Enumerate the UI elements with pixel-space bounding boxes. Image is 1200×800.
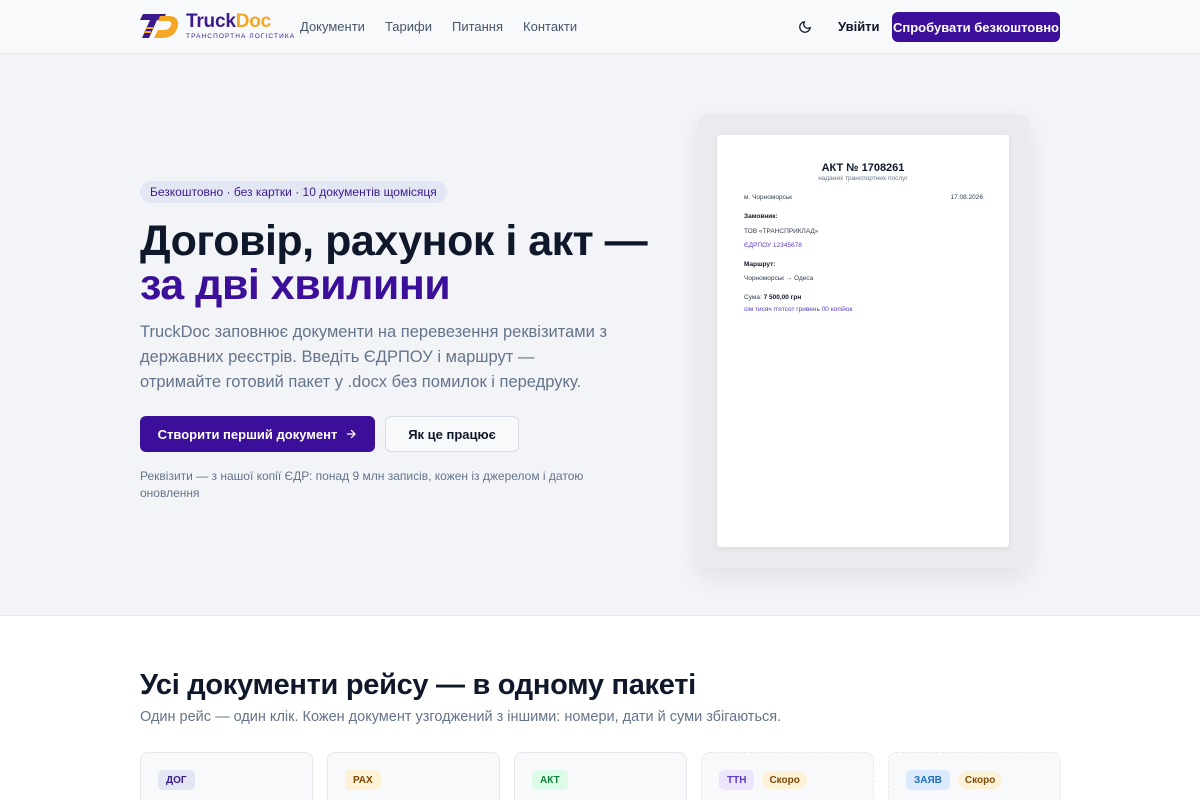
document-tag: РАХ: [345, 770, 381, 790]
doc-route-value: Чорноморськ → Одеса: [744, 275, 814, 282]
create-first-document-button[interactable]: Створити перший документ: [140, 416, 375, 452]
doc-customer-code: ЄДРПОУ 12345678: [744, 242, 802, 249]
document-preview: АКТ № 1708261 наданих транспортних послу…: [717, 135, 1009, 547]
document-tag: ДОГ: [158, 770, 195, 790]
doc-customer-label: Замовник:: [744, 213, 778, 220]
logo-subtitle: транспортна логістика: [186, 33, 296, 40]
doc-date: 17.08.2026: [950, 194, 983, 201]
documents-section-subtitle: Один рейс — один клік. Кожен документ уз…: [140, 709, 782, 725]
nav-link-faq[interactable]: Питання: [452, 18, 503, 36]
try-free-button[interactable]: Спробувати безкоштовно: [892, 12, 1060, 42]
card-tags: ЗАЯВ Скоро: [906, 770, 1003, 790]
nav-link-pricing[interactable]: Тарифи: [385, 18, 432, 36]
doc-sum-label: Сума:: [744, 294, 762, 301]
login-link[interactable]: Увійти: [838, 18, 880, 36]
doc-route-label: Маршрут:: [744, 261, 776, 268]
truckdoc-logo-icon: [140, 14, 179, 38]
document-tag: ТТН: [719, 770, 755, 790]
coming-soon-badge: Скоро: [957, 771, 1003, 789]
document-cards: ДОГ РАХ АКТ ТТН Скоро ЗАЯВ Скоро: [140, 752, 1061, 800]
card-tags: ТТН Скоро: [719, 770, 807, 790]
document-card-invoice[interactable]: РАХ: [327, 752, 500, 800]
document-card-contract[interactable]: ДОГ: [140, 752, 313, 800]
doc-sum-words: сім тисяч п'ятсот гривень 00 копійок: [744, 306, 853, 313]
document-preview-frame: АКТ № 1708261 наданих транспортних послу…: [697, 114, 1029, 568]
doc-city: м. Чорноморськ: [744, 194, 793, 201]
document-card-waybill[interactable]: ТТН Скоро: [701, 752, 874, 800]
document-card-act[interactable]: АКТ: [514, 752, 687, 800]
doc-sum: Сума: 7 500,00 грн: [744, 294, 801, 301]
document-tag: АКТ: [532, 770, 568, 790]
logo-name-truck: Truck: [186, 11, 236, 32]
arrow-right-icon: [347, 429, 356, 439]
truckdoc-logo[interactable]: TruckDoc транспортна логістика: [140, 8, 295, 44]
card-tags: РАХ: [345, 770, 381, 790]
doc-customer-name: ТОВ «ТРАНСПРИКЛАД»: [744, 228, 819, 235]
hero-section: Безкоштовно · без картки · 10 документів…: [0, 54, 1200, 616]
moon-icon: [799, 21, 811, 33]
hero-note: Реквізити — з нашої копії ЄДР: понад 9 м…: [140, 469, 584, 500]
document-card-application[interactable]: ЗАЯВ Скоро: [888, 752, 1061, 800]
create-first-document-label: Створити перший документ: [157, 426, 338, 442]
hero-description: TruckDoc заповнює документи на перевезен…: [140, 323, 608, 391]
site-header: TruckDoc транспортна логістика Документи…: [0, 0, 1200, 54]
coming-soon-badge: Скоро: [762, 771, 807, 789]
nav-link-documents[interactable]: Документи: [300, 18, 365, 36]
main-nav: Документи Тарифи Питання Контакти: [300, 18, 577, 36]
document-tag: ЗАЯВ: [906, 770, 950, 790]
how-it-works-button[interactable]: Як це працює: [385, 416, 519, 452]
card-tags: АКТ: [532, 770, 568, 790]
doc-subtitle: наданих транспортних послуг: [818, 175, 908, 182]
doc-title: АКТ № 1708261: [821, 162, 905, 174]
card-tags: ДОГ: [158, 770, 195, 790]
hero-title: Договір, рахунок і акт — за дві хвилини: [140, 219, 660, 307]
documents-section-title: Усі документи рейсу — в одному пакеті: [140, 669, 696, 701]
logo-name-doc: Doc: [235, 11, 271, 32]
theme-toggle-button[interactable]: [796, 18, 814, 36]
logo-text: TruckDoc транспортна логістика: [186, 12, 296, 41]
hero-title-text: Договір, рахунок і акт —: [140, 217, 648, 265]
hero-pill-badge: Безкоштовно · без картки · 10 документів…: [140, 181, 447, 203]
doc-sum-value: 7 500,00 грн: [763, 294, 802, 301]
logo-name: TruckDoc: [186, 12, 295, 32]
hero-title-accent: за дві хвилини: [140, 261, 451, 309]
nav-link-contacts[interactable]: Контакти: [523, 18, 577, 36]
